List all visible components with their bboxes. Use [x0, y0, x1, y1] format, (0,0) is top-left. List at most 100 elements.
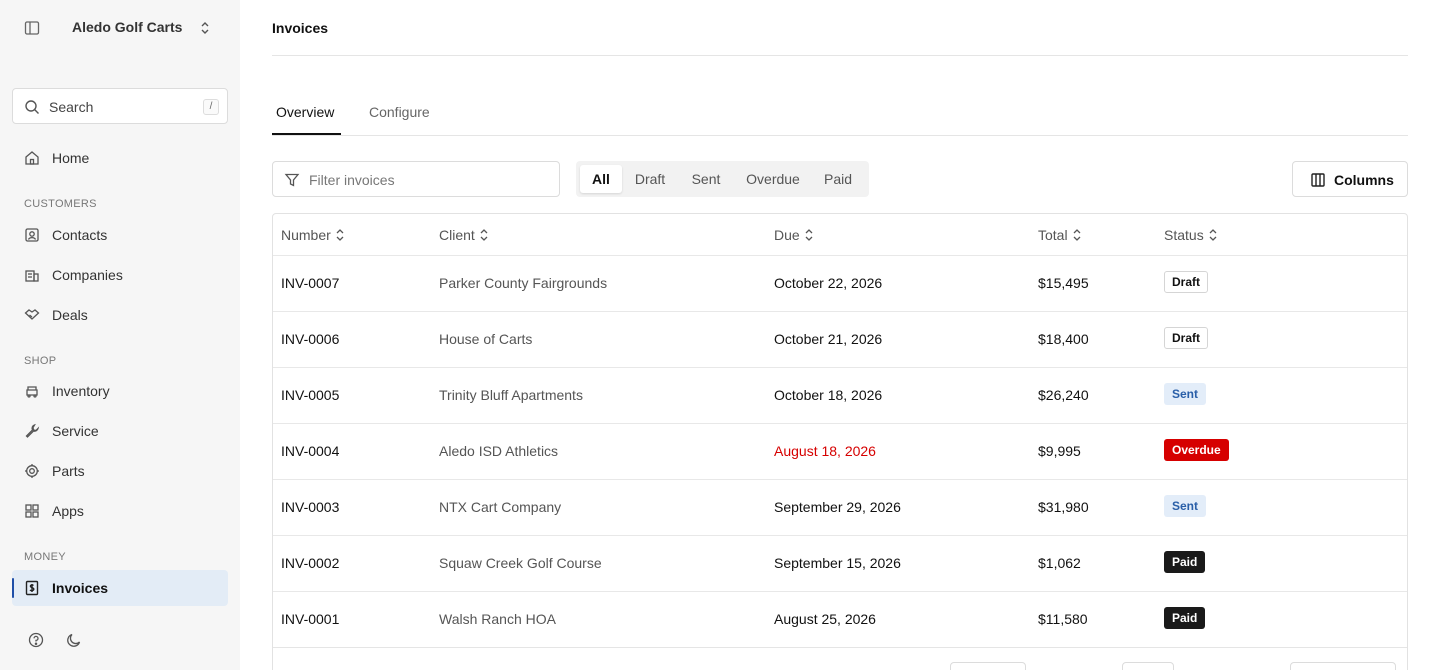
- column-header-label: Status: [1164, 227, 1204, 243]
- search-label: Search: [49, 99, 94, 115]
- contact-card-icon: [25, 228, 39, 242]
- sidebar-item-service[interactable]: Service: [12, 413, 228, 449]
- column-header-status[interactable]: Status: [1164, 227, 1218, 243]
- invoice-due: October 21, 2026: [774, 331, 883, 347]
- page-title: Invoices: [272, 20, 329, 36]
- table-row[interactable]: INV-0001 Walsh Ranch HOA August 25, 2026…: [273, 591, 1407, 647]
- invoice-number: INV-0002: [281, 555, 340, 571]
- rows-per-page-select[interactable]: [950, 662, 1026, 670]
- invoice-client: Walsh Ranch HOA: [439, 611, 556, 627]
- sidebar-item-label: Companies: [52, 267, 123, 283]
- status-filter-draft[interactable]: Draft: [624, 165, 676, 193]
- help-icon[interactable]: [28, 632, 44, 648]
- cart-icon: [26, 386, 38, 398]
- status-filter-all[interactable]: All: [580, 165, 622, 193]
- sidebar-item-deals[interactable]: Deals: [12, 297, 228, 333]
- column-header-number[interactable]: Number: [281, 227, 345, 243]
- status-badge: Overdue: [1164, 439, 1229, 461]
- status-filter-sent[interactable]: Sent: [678, 165, 734, 193]
- filter-invoices-input[interactable]: Filter invoices: [272, 161, 560, 197]
- wrench-icon: [25, 423, 40, 438]
- sort-icon: [805, 229, 813, 241]
- column-header-total[interactable]: Total: [1038, 227, 1082, 243]
- sort-icon: [480, 229, 488, 241]
- sidebar-item-companies[interactable]: Companies: [12, 257, 228, 293]
- pagination-controls[interactable]: [1290, 662, 1396, 670]
- table-row[interactable]: INV-0003 NTX Cart Company September 29, …: [273, 479, 1407, 535]
- table-row[interactable]: INV-0004 Aledo ISD Athletics August 18, …: [273, 423, 1407, 479]
- invoice-client: Trinity Bluff Apartments: [439, 387, 583, 403]
- sidebar-item-label: Deals: [52, 307, 88, 323]
- invoice-number: INV-0006: [281, 331, 340, 347]
- sidebar-item-contacts[interactable]: Contacts: [12, 217, 228, 253]
- section-label-customers: CUSTOMERS: [24, 198, 97, 210]
- column-header-label: Number: [281, 227, 331, 243]
- sort-icon: [336, 229, 344, 241]
- table-row[interactable]: INV-0006 House of Carts October 21, 2026…: [273, 311, 1407, 367]
- column-header-label: Due: [774, 227, 800, 243]
- status-filter-paid[interactable]: Paid: [812, 165, 864, 193]
- table-row[interactable]: INV-0005 Trinity Bluff Apartments Octobe…: [273, 367, 1407, 423]
- search-input[interactable]: Search /: [12, 88, 228, 124]
- sidebar-item-label: Home: [52, 150, 90, 166]
- workspace-switcher[interactable]: Aledo Golf Carts: [0, 0, 240, 56]
- sidebar-item-inventory[interactable]: Inventory: [12, 373, 228, 409]
- invoice-total: $1,062: [1038, 555, 1081, 571]
- column-header-label: Total: [1038, 227, 1068, 243]
- invoice-client: Parker County Fairgrounds: [439, 275, 608, 291]
- status-badge: Sent: [1164, 383, 1207, 405]
- columns-icon: [1311, 173, 1325, 187]
- status-filter-overdue[interactable]: Overdue: [736, 165, 810, 193]
- column-header-client[interactable]: Client: [439, 227, 489, 243]
- status-badge: Draft: [1164, 327, 1209, 349]
- search-shortcut: /: [203, 99, 219, 115]
- sidebar-item-home[interactable]: Home: [12, 140, 228, 176]
- page-select[interactable]: [1122, 662, 1174, 670]
- invoice-number: INV-0007: [281, 275, 340, 291]
- sidebar-item-label: Invoices: [52, 580, 109, 596]
- sidebar-item-invoices[interactable]: Invoices: [12, 570, 228, 606]
- table-row[interactable]: INV-0007 Parker County Fairgrounds Octob…: [273, 255, 1407, 311]
- tab-configure[interactable]: Configure: [369, 104, 430, 120]
- status-badge: Paid: [1164, 607, 1206, 629]
- moon-icon[interactable]: [66, 632, 82, 648]
- invoice-due: August 25, 2026: [774, 611, 876, 627]
- column-header-due[interactable]: Due: [774, 227, 814, 243]
- invoice-due: October 22, 2026: [774, 275, 883, 291]
- invoice-icon: [25, 580, 39, 596]
- filter-icon: [284, 173, 300, 187]
- sidebar-item-apps[interactable]: Apps: [12, 493, 228, 529]
- status-filter-group: All Draft Sent Overdue Paid: [576, 161, 869, 197]
- sort-icon: [1209, 229, 1217, 241]
- sort-icon: [1073, 229, 1081, 241]
- invoice-due: October 18, 2026: [774, 387, 883, 403]
- invoice-number: INV-0003: [281, 499, 340, 515]
- table-row[interactable]: INV-0002 Squaw Creek Golf Course Septemb…: [273, 535, 1407, 591]
- tab-overview[interactable]: Overview: [276, 104, 334, 120]
- sidebar-item-parts[interactable]: Parts: [12, 453, 228, 489]
- sidebar-item-label: Service: [52, 423, 99, 439]
- building-icon: [25, 270, 39, 282]
- sidebar-toggle-icon[interactable]: [24, 20, 40, 36]
- header-divider: [272, 55, 1408, 56]
- search-icon: [25, 100, 39, 114]
- invoices-table: Number Client Due Total Status INV-0007 …: [272, 213, 1408, 670]
- invoice-due: August 18, 2026: [774, 443, 876, 459]
- invoice-total: $11,580: [1038, 611, 1088, 627]
- gear-icon: [25, 464, 39, 478]
- column-header-label: Client: [439, 227, 475, 243]
- invoice-total: $26,240: [1038, 387, 1089, 403]
- filter-placeholder: Filter invoices: [309, 172, 395, 188]
- invoice-total: $9,995: [1038, 443, 1081, 459]
- handshake-icon: [24, 309, 40, 320]
- columns-button[interactable]: Columns: [1292, 161, 1408, 197]
- columns-button-label: Columns: [1334, 172, 1394, 188]
- section-label-shop: SHOP: [24, 355, 57, 367]
- invoice-client: Aledo ISD Athletics: [439, 443, 559, 459]
- apps-grid-icon: [25, 504, 39, 518]
- status-badge: Draft: [1164, 271, 1209, 293]
- table-footer-divider: [273, 647, 1407, 648]
- chevron-updown-icon: [201, 22, 209, 34]
- status-badge: Sent: [1164, 495, 1207, 517]
- invoice-number: INV-0005: [281, 387, 340, 403]
